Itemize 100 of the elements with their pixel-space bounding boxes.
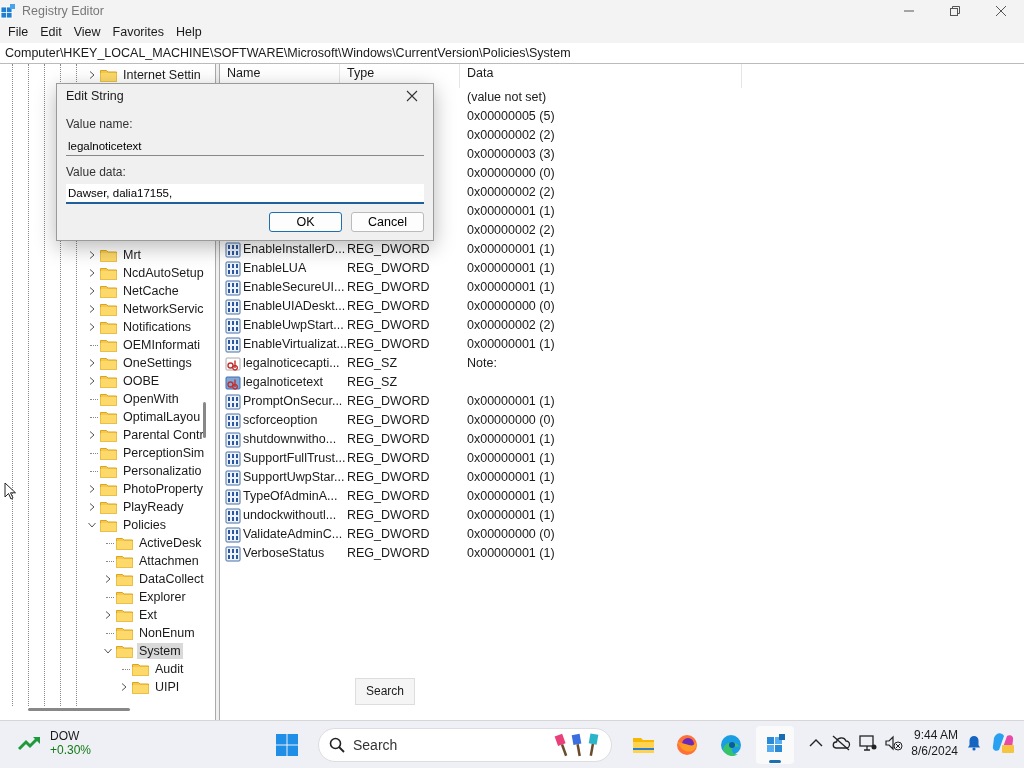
value-name[interactable]: EnableVirtualizat... <box>243 335 347 354</box>
value-type: REG_DWORD <box>347 242 430 257</box>
menu-item[interactable]: File <box>2 22 35 43</box>
value-name[interactable]: SupportFullTrust... <box>243 449 346 468</box>
expand-chevron-icon[interactable] <box>88 305 96 313</box>
expand-chevron-icon[interactable] <box>88 503 96 511</box>
tree-item[interactable]: DataCollect <box>137 571 206 587</box>
tree-item[interactable]: OOBE <box>121 373 162 389</box>
value-name[interactable]: VerboseStatus <box>243 544 325 563</box>
expand-chevron-icon[interactable] <box>88 431 96 439</box>
column-header[interactable]: Data <box>460 64 742 88</box>
window-title: Registry Editor <box>22 2 104 20</box>
tree-item[interactable]: Explorer <box>137 589 188 605</box>
tree-item[interactable]: OneSettings <box>121 355 194 371</box>
search-placeholder: Search <box>353 735 399 755</box>
scrollbar-thumb[interactable] <box>28 708 130 711</box>
collapse-chevron-icon[interactable] <box>88 521 96 529</box>
tree-item[interactable]: PlayReady <box>121 499 186 515</box>
cloud-off-icon[interactable] <box>831 735 852 751</box>
value-name[interactable]: shutdownwitho... <box>243 430 337 449</box>
value-name[interactable]: EnableLUA <box>243 259 307 278</box>
value-name[interactable]: EnableUwpStart... <box>243 316 344 335</box>
menu-item[interactable]: Edit <box>34 22 68 43</box>
value-data: 0x00000001 (1) <box>467 489 555 504</box>
taskbar-app[interactable] <box>756 726 794 764</box>
tree-item[interactable]: NonEnum <box>137 625 197 641</box>
expand-chevron-icon[interactable] <box>104 611 112 619</box>
folder-icon <box>100 248 117 262</box>
tree-item[interactable]: UIPI <box>153 679 182 695</box>
expand-chevron-icon[interactable] <box>88 377 96 385</box>
expand-chevron-icon[interactable] <box>88 269 96 277</box>
expand-chevron-icon[interactable] <box>88 323 96 331</box>
tree-item[interactable]: OEMInformati <box>121 337 203 353</box>
tree-item[interactable]: NetworkServic <box>121 301 206 317</box>
search-box[interactable]: Search <box>318 728 612 762</box>
value-data: 0x00000001 (1) <box>467 337 555 352</box>
stock-change[interactable]: +0.30% <box>50 743 92 757</box>
value-name[interactable]: legalnoticetext <box>243 373 323 392</box>
edge-icon <box>719 733 743 757</box>
value-name[interactable]: EnableUIADeskt... <box>243 297 346 316</box>
scrollbar-thumb[interactable] <box>203 402 206 438</box>
tree-item[interactable]: Notifications <box>121 319 194 335</box>
tree-item[interactable]: OpenWith <box>121 391 181 407</box>
tree-item[interactable]: OptimalLayou <box>121 409 203 425</box>
folder-icon <box>100 68 117 82</box>
menu-item[interactable]: View <box>67 22 107 43</box>
tree-item[interactable]: PhotoProperty <box>121 481 205 497</box>
expand-chevron-icon[interactable] <box>104 575 112 583</box>
tree-item[interactable]: System <box>137 643 183 659</box>
tree-item[interactable]: Ext <box>137 607 160 623</box>
value-name[interactable]: PromptOnSecur... <box>243 392 343 411</box>
folder-icon <box>100 356 117 370</box>
value-name[interactable]: undockwithoutl... <box>243 506 337 525</box>
value-name[interactable]: EnableInstallerD... <box>243 240 346 259</box>
cancel-button[interactable]: Cancel <box>351 212 424 232</box>
field-label: Value data: <box>66 164 126 181</box>
menu-item[interactable]: Favorites <box>106 22 170 43</box>
tree-item[interactable]: NcdAutoSetup <box>121 265 206 281</box>
bell-icon[interactable] <box>966 735 982 751</box>
value-data: 0x00000000 (0) <box>467 299 555 314</box>
ok-button[interactable]: OK <box>269 212 342 232</box>
tree-item[interactable]: Audit <box>153 661 186 677</box>
tree-item[interactable]: PerceptionSim <box>121 445 207 461</box>
value-name[interactable]: scforceoption <box>243 411 318 430</box>
value-name[interactable]: SupportUwpStar... <box>243 468 345 487</box>
collapse-chevron-icon[interactable] <box>104 647 112 655</box>
expand-chevron-icon[interactable] <box>88 287 96 295</box>
monitor-icon[interactable] <box>859 735 878 751</box>
tree-item[interactable]: Internet Settin <box>121 67 203 83</box>
tree-item[interactable]: ActiveDesk <box>137 535 204 551</box>
value-data-field[interactable]: Dawser, dalia17155, <box>66 184 424 204</box>
expand-chevron-icon[interactable] <box>88 251 96 259</box>
clock-time[interactable]: 9:44 AM <box>911 727 958 743</box>
menu-item[interactable]: Help <box>170 22 208 43</box>
stock-name[interactable]: DOW <box>50 729 92 743</box>
tree-item[interactable]: Policies <box>121 517 169 533</box>
speaker-muted-icon[interactable] <box>885 735 904 751</box>
tree-item[interactable]: Personalizatio <box>121 463 204 479</box>
copilot-icon[interactable] <box>990 730 1016 756</box>
expand-chevron-icon[interactable] <box>88 71 96 79</box>
expand-chevron-icon[interactable] <box>120 683 128 691</box>
expand-chevron-icon[interactable] <box>88 485 96 493</box>
value-data: 0x00000000 (0) <box>467 527 555 542</box>
tree-item[interactable]: NetCache <box>121 283 181 299</box>
tree-item[interactable]: Parental Contr <box>121 427 206 443</box>
value-type: REG_DWORD <box>347 413 430 428</box>
chevron-up-icon[interactable] <box>809 738 824 748</box>
folder-icon <box>116 644 133 658</box>
tree-item[interactable]: Mrt <box>121 247 144 263</box>
value-type: REG_DWORD <box>347 470 430 485</box>
tree-item[interactable]: Attachmen <box>137 553 201 569</box>
expand-chevron-icon[interactable] <box>88 359 96 367</box>
folder-icon <box>100 338 117 352</box>
folder-icon <box>116 554 133 568</box>
clock-date[interactable]: 8/6/2024 <box>911 743 958 759</box>
value-name[interactable]: EnableSecureUI... <box>243 278 345 297</box>
value-name[interactable]: ValidateAdminC... <box>243 525 343 544</box>
folder-icon <box>132 662 149 676</box>
value-name[interactable]: legalnoticecapti... <box>243 354 340 373</box>
value-name[interactable]: TypeOfAdminA... <box>243 487 338 506</box>
